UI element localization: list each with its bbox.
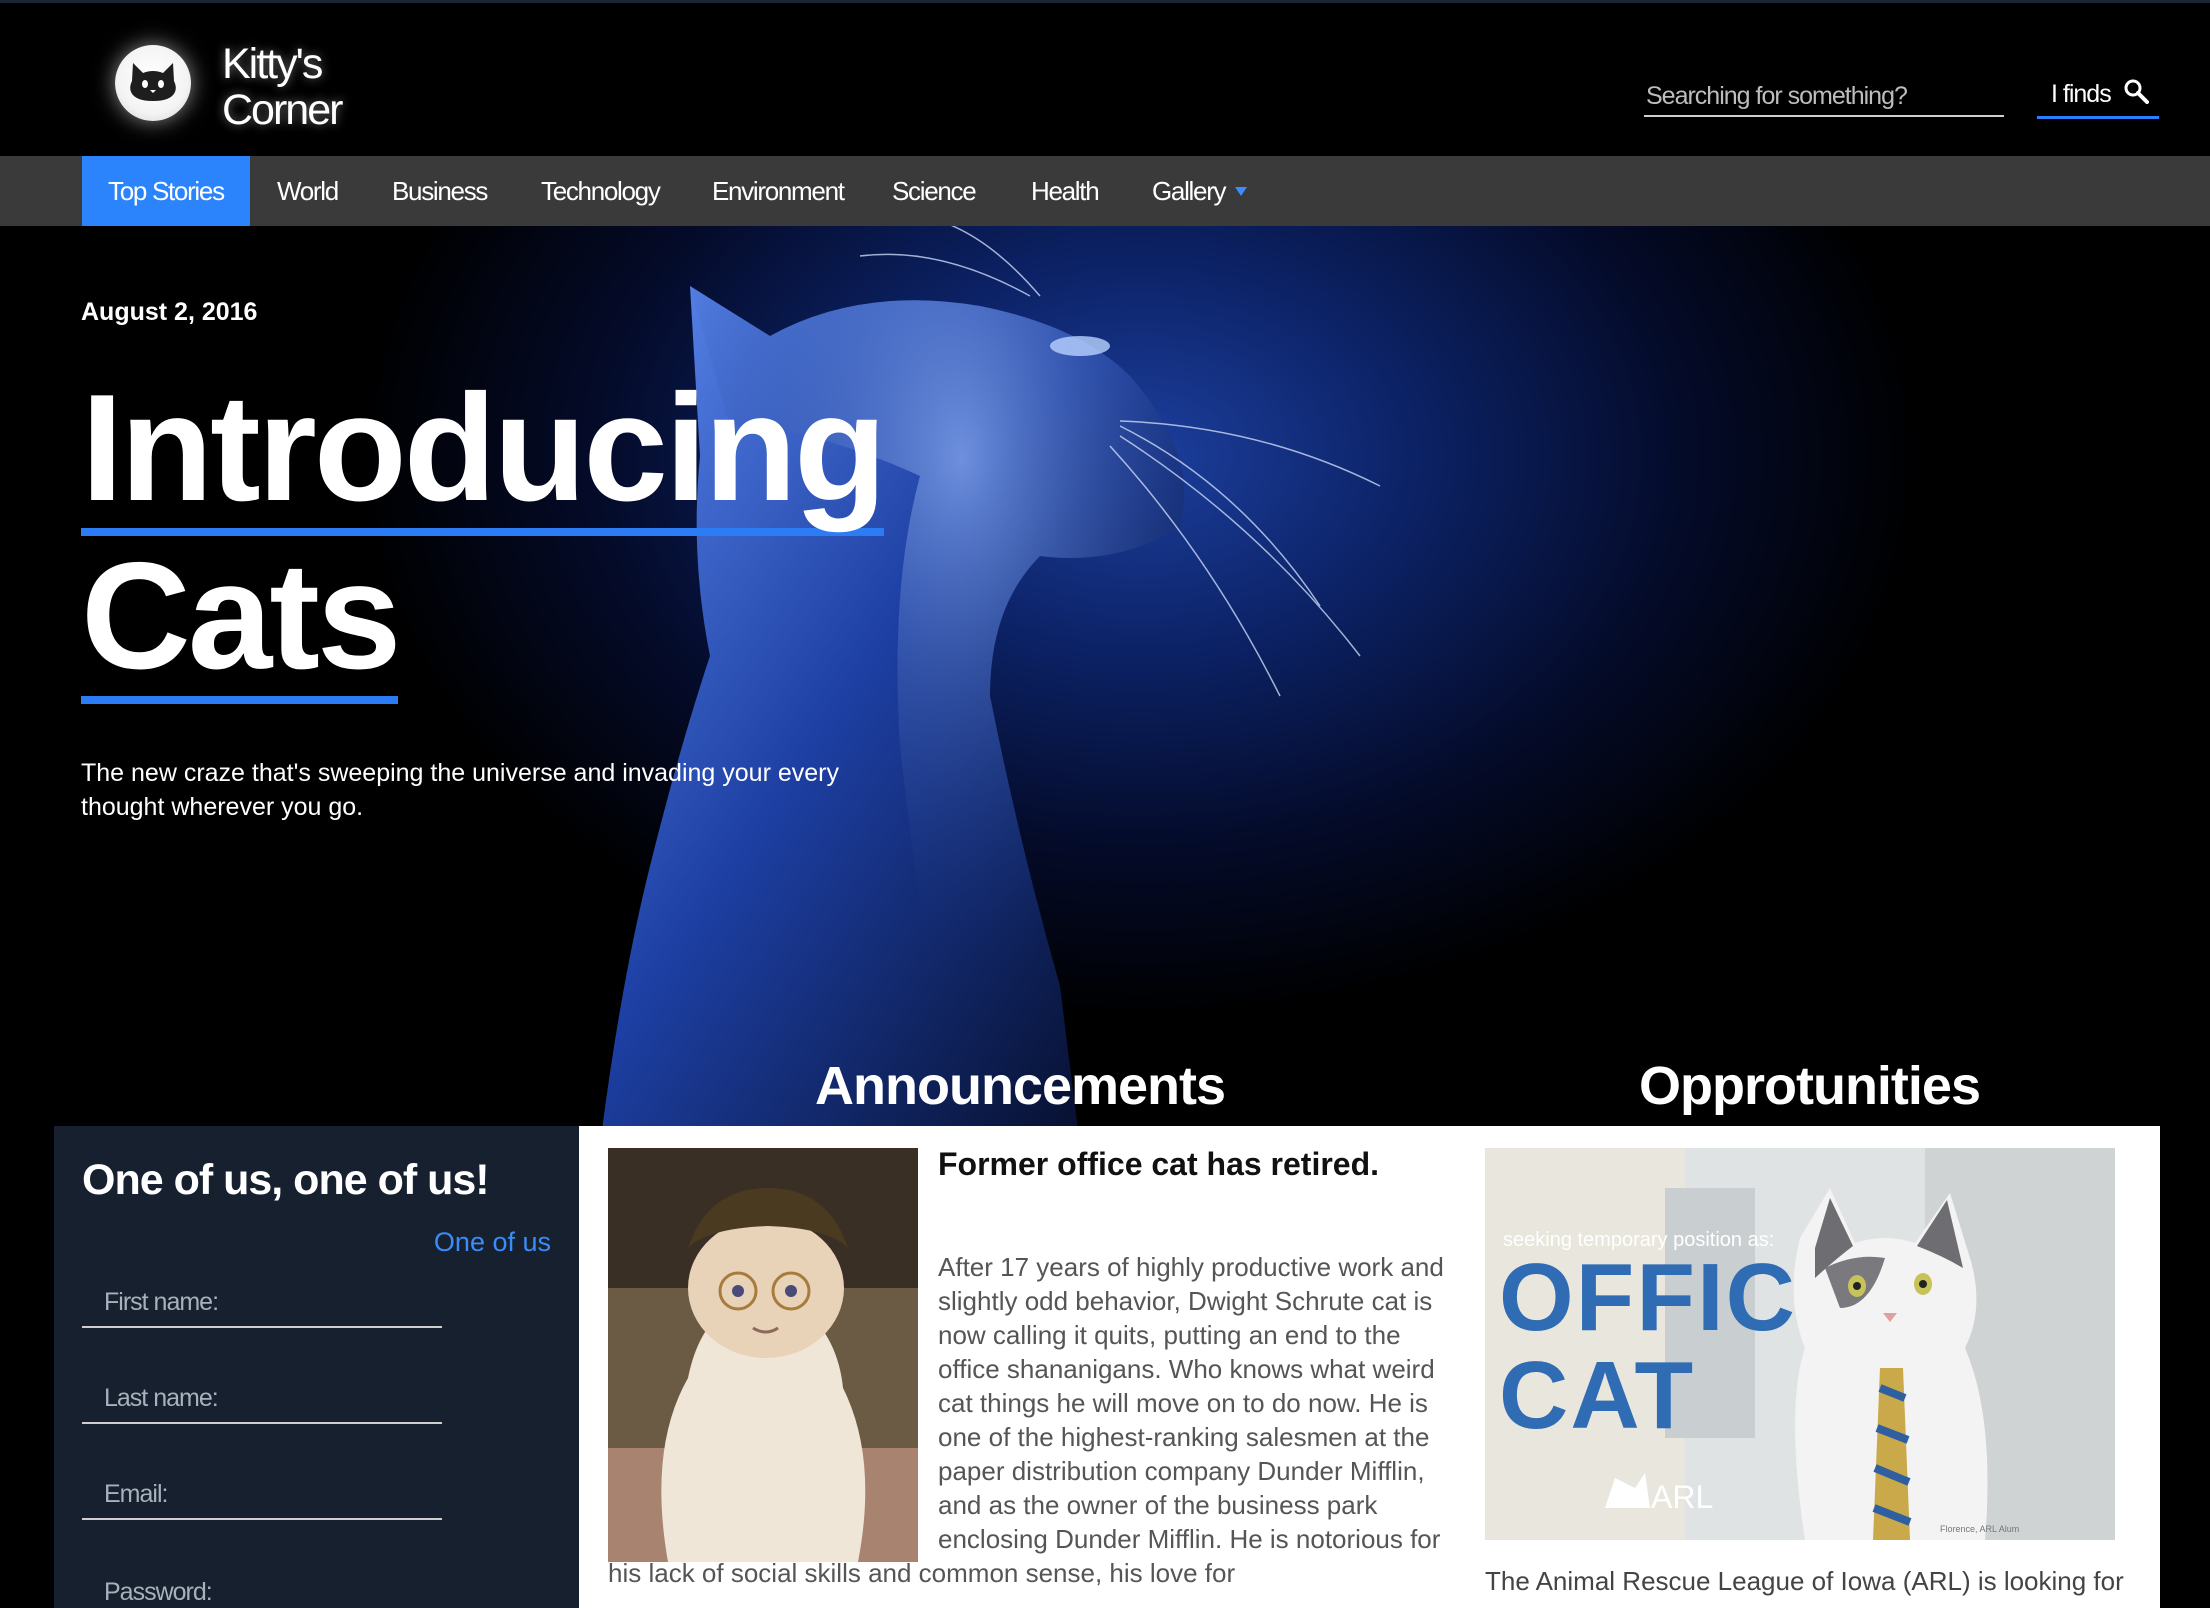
signup-title: One of us, one of us! (82, 1156, 490, 1204)
hero-headline[interactable]: Introducing Cats (81, 368, 887, 704)
header: Kitty's Corner I finds (0, 0, 2210, 156)
announcements-heading: Announcements (815, 1056, 1226, 1116)
chevron-down-icon (1235, 186, 1248, 196)
headline-line-2: Cats (81, 536, 401, 704)
search-button[interactable]: I finds (2037, 73, 2159, 119)
password-field[interactable] (82, 1568, 442, 1608)
nav-item-science[interactable]: Science (892, 156, 977, 226)
poster-credit-text: Florence, ARL Alum (1940, 1524, 2019, 1534)
one-of-us-link[interactable]: One of us (434, 1227, 551, 1258)
poster-arl-text: ARL (1651, 1479, 1713, 1515)
announcement-title[interactable]: Former office cat has retired. (938, 1146, 1379, 1183)
last-name-field[interactable] (82, 1374, 442, 1424)
nav-item-top-stories[interactable]: Top Stories (82, 156, 250, 226)
search-input[interactable] (1644, 77, 2004, 117)
search-button-label: I finds (2051, 80, 2112, 108)
search-icon (2124, 79, 2149, 104)
brand-line-1: Kitty's (222, 40, 323, 88)
nav-item-business[interactable]: Business (392, 156, 488, 226)
content-panel: Former office cat has retired. After 17 … (579, 1126, 2160, 1608)
office-cat-poster-image[interactable]: seeking temporary position as: OFFICE CA… (1485, 1148, 2115, 1540)
headline-line-1: Introducing (81, 368, 887, 536)
article-date: August 2, 2016 (81, 298, 258, 326)
brand-line-2: Corner (222, 86, 343, 134)
announcement-body-wrap: After 17 years of highly productive work… (608, 1250, 1448, 1590)
nav-item-technology[interactable]: Technology (541, 156, 661, 226)
nav-item-gallery-label: Gallery (1152, 176, 1227, 206)
email-field[interactable] (82, 1470, 442, 1520)
cat-logo-icon[interactable] (115, 45, 191, 121)
nav-item-world[interactable]: World (277, 156, 339, 226)
hero-subtitle: The new craze that's sweeping the univer… (81, 759, 839, 821)
nav-item-health[interactable]: Health (1031, 156, 1100, 226)
nav-item-gallery[interactable]: Gallery (1152, 156, 1248, 226)
nav-item-environment[interactable]: Environment (712, 156, 845, 226)
main-nav: Top Stories World Business Technology En… (0, 156, 2210, 226)
signup-panel: One of us, one of us! One of us (54, 1126, 579, 1608)
poster-cat-text: CAT (1499, 1342, 1695, 1449)
opportunity-text: The Animal Rescue League of Iowa (ARL) i… (1485, 1566, 2124, 1596)
first-name-field[interactable] (82, 1278, 442, 1328)
opportunities-heading: Opprotunities (1639, 1056, 1981, 1116)
brand-name[interactable]: Kitty's Corner (222, 40, 343, 134)
